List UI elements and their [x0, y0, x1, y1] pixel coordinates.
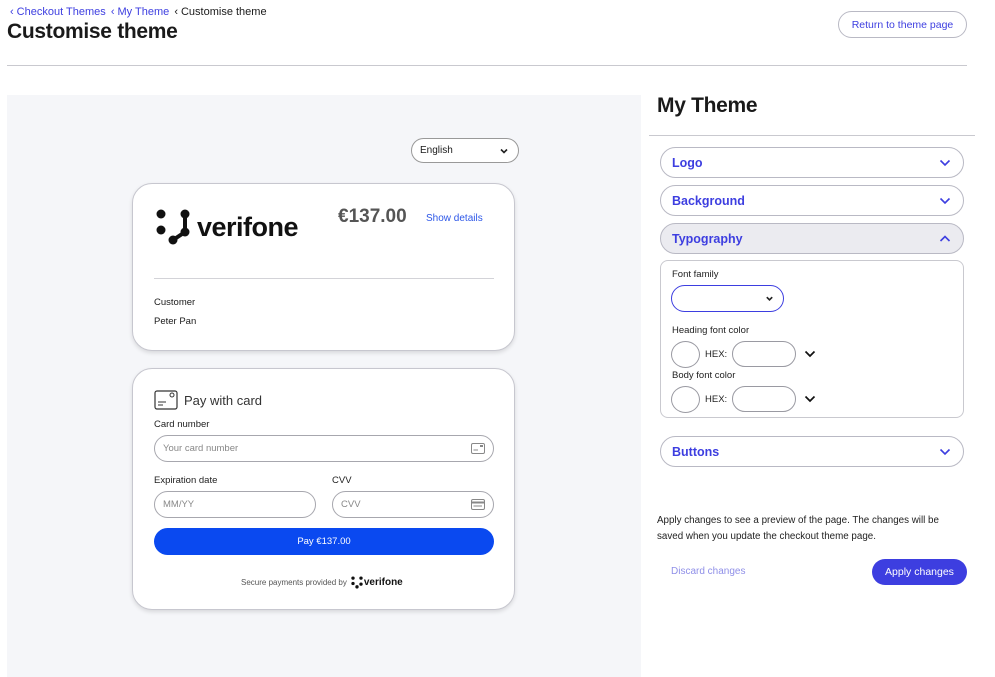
language-select[interactable]: English [411, 138, 519, 163]
card-number-placeholder: Your card number [163, 443, 239, 454]
body-color-label: Body font color [672, 370, 736, 381]
expiry-label: Expiration date [154, 475, 218, 486]
cvv-field[interactable]: CVV [332, 491, 494, 518]
return-to-theme-button[interactable]: Return to theme page [838, 11, 967, 38]
secure-payments-footer: Secure payments provided by verifone [241, 576, 403, 589]
breadcrumb: ‹ Checkout Themes ‹ My Theme ‹ Customise th… [8, 6, 267, 18]
expiry-field[interactable]: MM/YY [154, 491, 316, 518]
customer-label: Customer [154, 297, 196, 308]
verifone-mark-small-icon [351, 576, 363, 589]
cvv-card-icon [471, 499, 485, 510]
language-value: English [420, 145, 453, 156]
chevron-down-icon [939, 197, 951, 205]
body-color-swatch[interactable] [671, 386, 700, 413]
chevron-down-icon [500, 148, 508, 154]
heading-color-label: Heading font color [672, 325, 750, 336]
discard-changes-button[interactable]: Discard changes [671, 566, 745, 577]
breadcrumb-current: ‹ Customise theme [174, 6, 267, 18]
apply-info-text: Apply changes to see a preview of the pa… [657, 515, 939, 542]
page-title: Customise theme [7, 20, 178, 43]
card-number-label: Card number [154, 419, 210, 430]
secure-brand: verifone [363, 577, 403, 588]
checkout-preview: English verifone €137.00 Show details Cu… [7, 95, 641, 677]
chevron-left-icon: ‹ [10, 6, 14, 18]
accordion-background[interactable]: Background [660, 185, 964, 216]
heading-color-chevron-down-icon[interactable] [804, 349, 816, 359]
panel-divider [649, 135, 975, 136]
cvv-placeholder: CVV [341, 499, 361, 510]
font-family-label: Font family [672, 269, 719, 280]
breadcrumb-link-my-theme[interactable]: ‹ My Theme [109, 6, 169, 18]
verifone-logo: verifone [155, 208, 299, 246]
chevron-down-icon [766, 296, 773, 301]
customer-name: Peter Pan [154, 316, 197, 327]
pay-button[interactable]: Pay €137.00 [154, 528, 494, 555]
cvv-label: CVV [332, 475, 352, 486]
order-amount: €137.00 [338, 206, 407, 227]
accordion-logo[interactable]: Logo [660, 147, 964, 178]
typography-panel: Font family Heading font color HEX: Body… [660, 260, 964, 418]
secure-payments-text: Secure payments provided by [241, 578, 347, 587]
pay-with-card-text: Pay with card [184, 392, 263, 408]
payment-card: Pay with card Card number Your card numb… [132, 368, 515, 610]
accordion-typography-label: Typography [672, 231, 743, 246]
card-field-icon [471, 443, 485, 454]
header-divider [7, 65, 967, 66]
accordion-typography[interactable]: Typography [660, 223, 964, 254]
show-details-link[interactable]: Show details [426, 213, 483, 224]
chevron-left-icon: ‹ [174, 6, 178, 18]
chevron-left-icon: ‹ [110, 6, 115, 18]
body-hex-label: HEX: [705, 394, 728, 405]
pay-with-card-heading: Pay with card [154, 390, 262, 410]
heading-color-swatch[interactable] [671, 341, 700, 368]
accordion-logo-label: Logo [672, 155, 703, 170]
summary-divider [154, 278, 494, 279]
accordion-background-label: Background [672, 193, 745, 208]
accordion-buttons[interactable]: Buttons [660, 436, 964, 467]
body-color-chevron-down-icon[interactable] [804, 394, 816, 404]
verifone-wordmark: verifone [197, 211, 299, 242]
theme-panel-title: My Theme [657, 94, 758, 117]
card-number-field[interactable]: Your card number [154, 435, 494, 462]
font-family-select[interactable] [671, 285, 784, 312]
expiry-placeholder: MM/YY [163, 499, 195, 510]
breadcrumb-link-checkout-themes[interactable]: ‹ Checkout Themes [8, 6, 106, 18]
body-hex-input[interactable] [732, 386, 796, 412]
card-icon [154, 390, 178, 410]
verifone-mark-icon [156, 209, 190, 245]
chevron-up-icon [939, 235, 951, 242]
chevron-down-icon [939, 159, 951, 167]
apply-changes-button[interactable]: Apply changes [872, 559, 967, 585]
heading-hex-input[interactable] [732, 341, 796, 367]
order-summary-card: verifone €137.00 Show details Customer P… [132, 183, 515, 351]
accordion-buttons-label: Buttons [672, 444, 720, 459]
heading-hex-label: HEX: [705, 349, 728, 360]
chevron-down-icon [939, 448, 951, 456]
